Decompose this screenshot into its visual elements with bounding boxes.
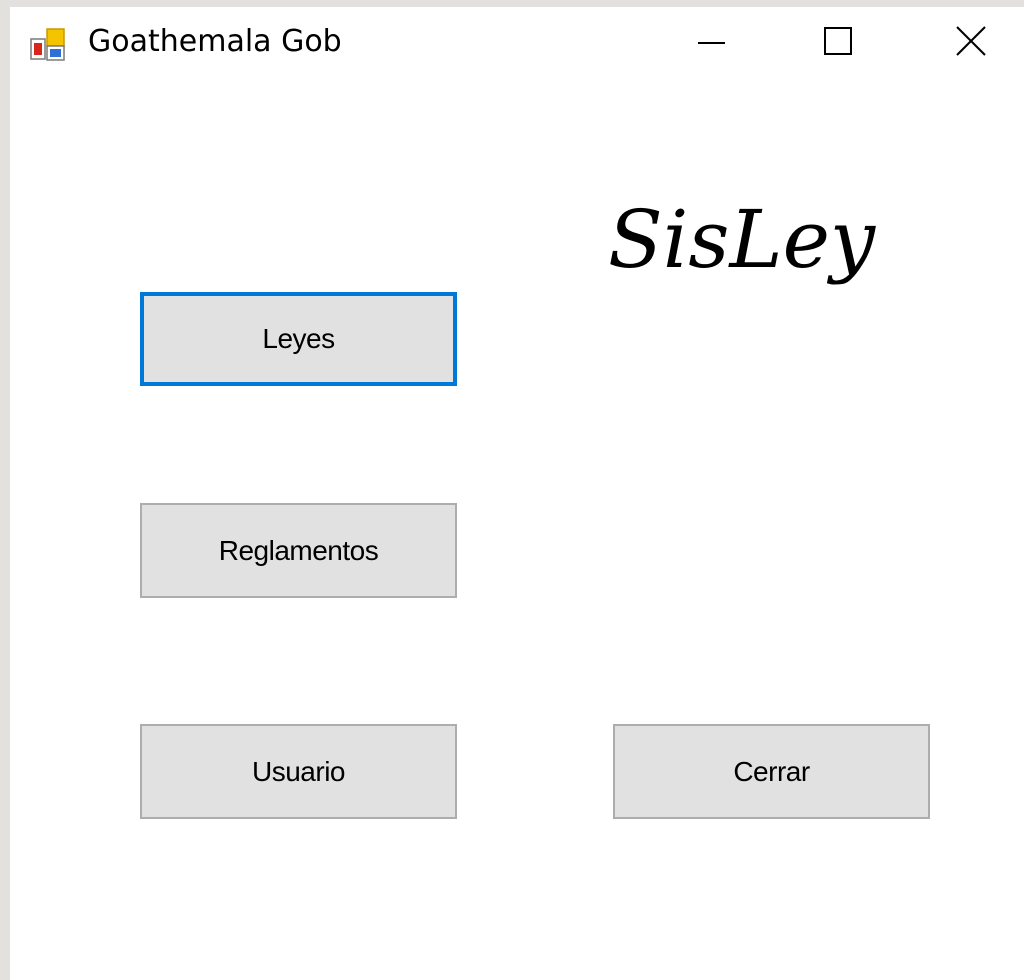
- title-bar[interactable]: Goathemala Gob: [10, 7, 1024, 77]
- close-icon: [956, 26, 986, 56]
- maximize-button[interactable]: [800, 7, 884, 77]
- maximize-icon: [824, 27, 852, 55]
- reglamentos-button[interactable]: Reglamentos: [140, 503, 457, 598]
- minimize-icon: [698, 42, 725, 44]
- minimize-button[interactable]: [671, 7, 755, 77]
- window-title: Goathemala Gob: [88, 24, 342, 59]
- cerrar-button[interactable]: Cerrar: [613, 724, 930, 819]
- usuario-button[interactable]: Usuario: [140, 724, 457, 819]
- app-form-icon[interactable]: [30, 27, 66, 63]
- app-window: Goathemala Gob SisLey Leyes Reglamentos …: [10, 7, 1024, 980]
- leyes-button[interactable]: Leyes: [140, 292, 457, 386]
- sisley-logo: SisLey: [608, 193, 876, 286]
- close-button[interactable]: [930, 7, 1014, 77]
